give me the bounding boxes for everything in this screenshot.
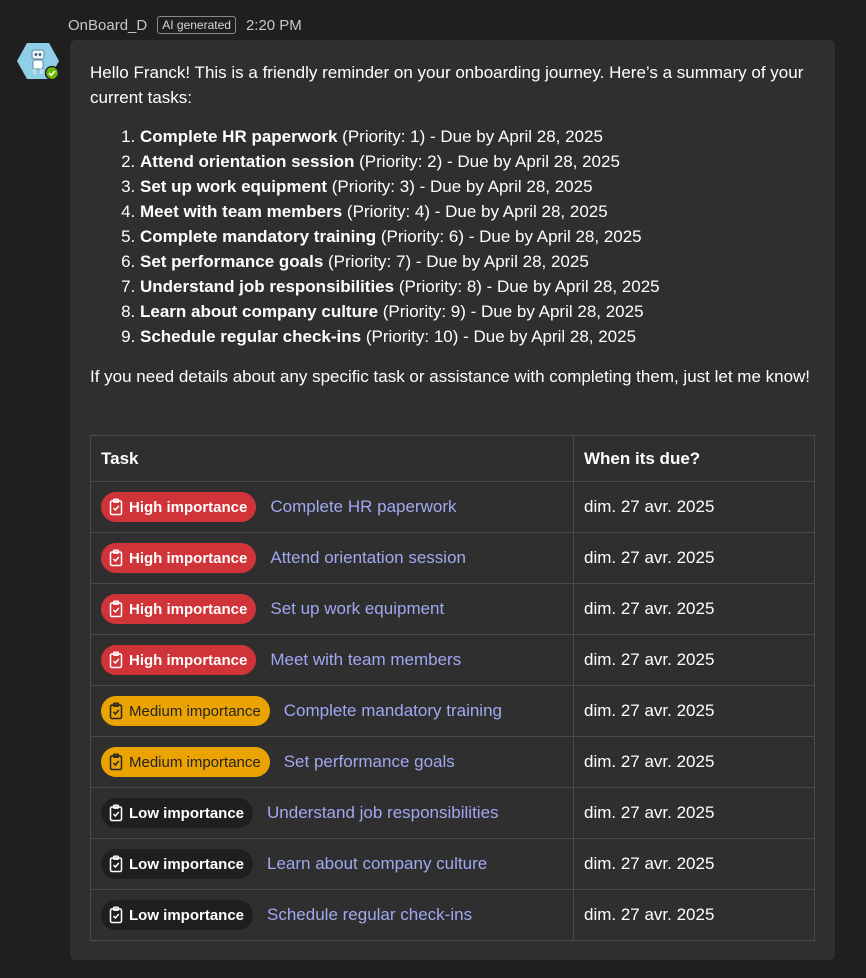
due-date-cell: dim. 27 avr. 2025 [573, 634, 815, 686]
message-intro: Hello Franck! This is a friendly reminde… [90, 63, 804, 107]
due-date-cell: dim. 27 avr. 2025 [573, 583, 815, 635]
task-link[interactable]: Attend orientation session [270, 548, 466, 567]
importance-label: High importance [129, 651, 248, 669]
importance-label: Low importance [129, 906, 245, 924]
list-item: Meet with team members (Priority: 4) - D… [140, 199, 815, 224]
importance-badge: Low importance [101, 798, 254, 828]
clipboard-check-icon [109, 906, 123, 924]
list-item: Understand job responsibilities (Priorit… [140, 274, 815, 299]
list-item: Set up work equipment (Priority: 3) - Du… [140, 174, 815, 199]
importance-badge: Low importance [101, 900, 254, 930]
due-date-cell: dim. 27 avr. 2025 [573, 889, 815, 941]
importance-badge: Medium importance [101, 696, 270, 726]
task-link[interactable]: Complete mandatory training [284, 701, 502, 720]
table-row: Low importance Learn about company cultur… [90, 838, 815, 890]
task-cell: Low importance Understand job responsibil… [90, 787, 574, 839]
importance-badge: High importance [101, 594, 257, 624]
task-cell: Medium importance Complete mandatory trai… [90, 685, 574, 737]
task-link[interactable]: Learn about company culture [267, 854, 487, 873]
due-date-cell: dim. 27 avr. 2025 [573, 532, 815, 584]
due-date-cell: dim. 27 avr. 2025 [573, 685, 815, 737]
importance-label: Low importance [129, 855, 245, 873]
clipboard-check-icon [109, 651, 123, 669]
clipboard-check-icon [109, 753, 123, 771]
importance-label: Medium importance [129, 702, 261, 720]
message-bubble: Hello Franck! This is a friendly reminde… [70, 40, 835, 960]
task-cell: High importance Set up work equipment [90, 583, 574, 635]
importance-badge: Low importance [101, 849, 254, 879]
task-cell: High importance Complete HR paperwork [90, 481, 574, 533]
task-link[interactable]: Understand job responsibilities [267, 803, 499, 822]
task-cell: High importance Meet with team members [90, 634, 574, 686]
task-cell: Medium importance Set performance goals [90, 736, 574, 788]
list-item: Attend orientation session (Priority: 2)… [140, 149, 815, 174]
clipboard-check-icon [109, 804, 123, 822]
available-check-icon [45, 66, 59, 80]
list-item: Set performance goals (Priority: 7) - Du… [140, 249, 815, 274]
table-row: High importance Meet with team members dim… [90, 634, 815, 686]
list-item: Learn about company culture (Priority: 9… [140, 299, 815, 324]
task-link[interactable]: Meet with team members [270, 650, 461, 669]
task-link[interactable]: Schedule regular check-ins [267, 905, 472, 924]
importance-badge: High importance [101, 543, 257, 573]
table-row: High importance Attend orientation sessio… [90, 532, 815, 584]
importance-badge: High importance [101, 645, 257, 675]
importance-label: High importance [129, 498, 248, 516]
column-header-due: When its due? [573, 435, 815, 482]
table-header-row: Task When its due? [90, 435, 815, 482]
importance-label: Medium importance [129, 753, 261, 771]
clipboard-check-icon [109, 498, 123, 516]
table-row: Medium importance Set performance goals di… [90, 736, 815, 788]
due-date-cell: dim. 27 avr. 2025 [573, 838, 815, 890]
table-row: High importance Complete HR paperwork dim.… [90, 481, 815, 533]
list-item: Complete HR paperwork (Priority: 1) - Du… [140, 124, 815, 149]
task-link[interactable]: Set up work equipment [270, 599, 444, 618]
list-item: Complete mandatory training (Priority: 6… [140, 224, 815, 249]
clipboard-check-icon [109, 549, 123, 567]
clipboard-check-icon [109, 855, 123, 873]
importance-label: High importance [129, 549, 248, 567]
importance-label: Low importance [129, 804, 245, 822]
importance-badge: High importance [101, 492, 257, 522]
task-cell: Low importance Learn about company cultur… [90, 838, 574, 890]
table-row: High importance Set up work equipment dim.… [90, 583, 815, 635]
table-row: Low importance Schedule regular check-ins… [90, 889, 815, 941]
column-header-task: Task [90, 435, 574, 482]
clipboard-check-icon [109, 600, 123, 618]
sender-name[interactable]: OnBoard_D [68, 17, 147, 34]
table-row: Medium importance Complete mandatory trai… [90, 685, 815, 737]
table-row: Low importance Understand job responsibil… [90, 787, 815, 839]
task-table: Task When its due? High importance Comple… [90, 435, 815, 941]
due-date-cell: dim. 27 avr. 2025 [573, 787, 815, 839]
due-date-cell: dim. 27 avr. 2025 [573, 481, 815, 533]
list-item: Schedule regular check-ins (Priority: 10… [140, 324, 815, 349]
message-outro: If you need details about any specific t… [90, 367, 811, 386]
due-date-cell: dim. 27 avr. 2025 [573, 736, 815, 788]
bot-avatar[interactable] [17, 41, 59, 81]
task-link[interactable]: Set performance goals [284, 752, 455, 771]
task-link[interactable]: Complete HR paperwork [270, 497, 456, 516]
task-cell: High importance Attend orientation sessio… [90, 532, 574, 584]
message-header: OnBoard_D AI generated 2:20 PM [68, 14, 302, 36]
importance-badge: Medium importance [101, 747, 270, 777]
message-time: 2:20 PM [245, 16, 302, 34]
clipboard-check-icon [109, 702, 123, 720]
task-summary-list: Complete HR paperwork (Priority: 1) - Du… [90, 124, 815, 349]
importance-label: High importance [129, 600, 248, 618]
ai-generated-tag: AI generated [157, 16, 236, 34]
task-cell: Low importance Schedule regular check-ins [90, 889, 574, 941]
